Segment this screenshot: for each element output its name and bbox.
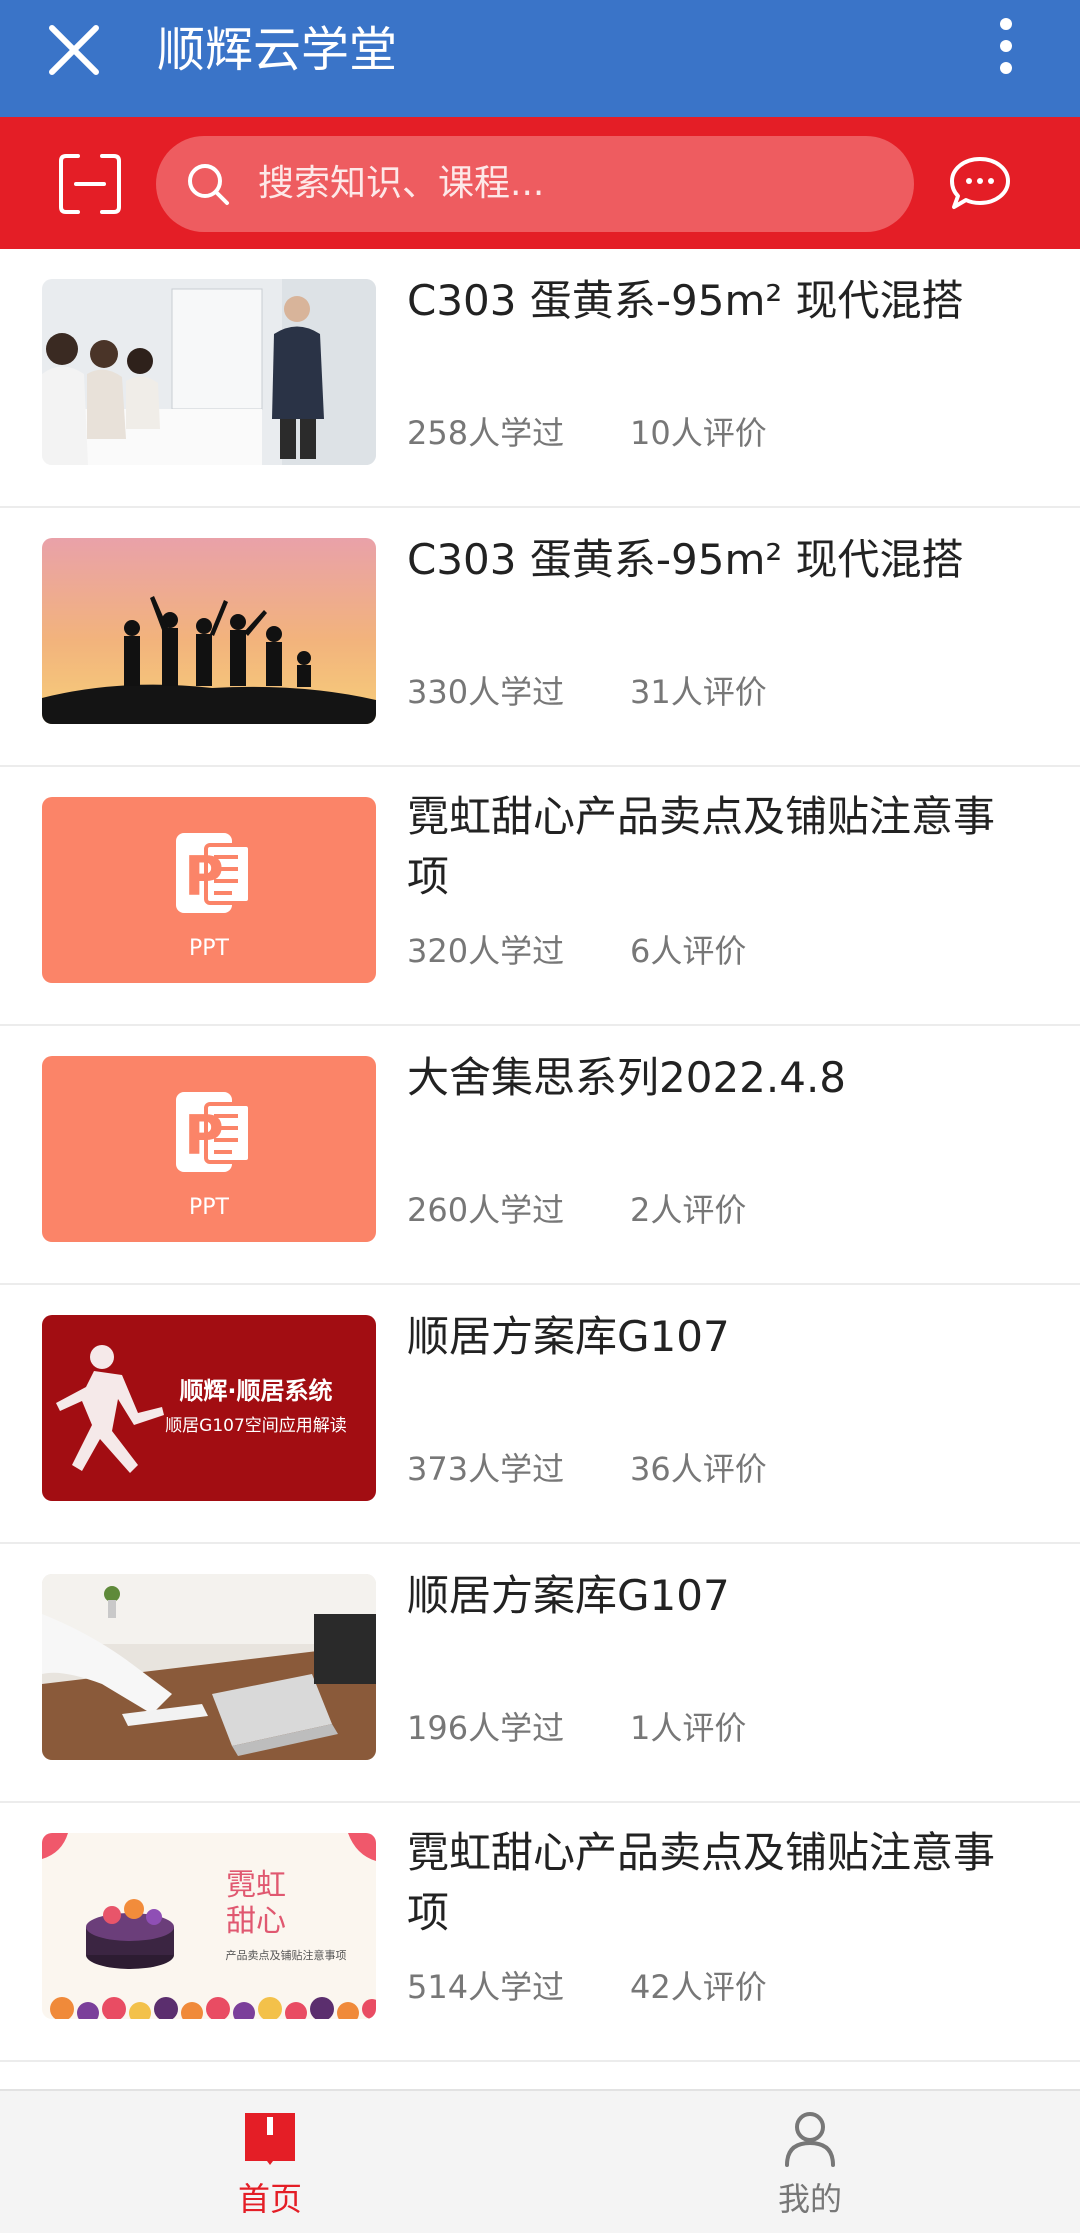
course-stats: 196人学过 1人评价	[407, 1704, 746, 1752]
course-title: C303 蛋黄系-95m² 现代混搭	[407, 276, 964, 325]
course-title: 顺居方案库G107	[407, 1312, 730, 1361]
course-title: 顺居方案库G107	[407, 1571, 730, 1620]
course-thumbnail: 顺辉·顺居系统 顺居G107空间应用解读	[42, 1315, 376, 1501]
course-item[interactable]: 霓虹 甜心 产品卖点及铺贴注意事项 霓虹甜心产品卖点及铺贴注意事项 514人学过…	[0, 1803, 1080, 2062]
ppt-thumbnail: P PPT	[42, 1056, 376, 1242]
learned-count: 514人学过	[407, 1968, 565, 2006]
app-title: 顺辉云学堂	[157, 22, 398, 78]
svg-text:P: P	[184, 845, 224, 908]
user-icon	[785, 2112, 835, 2167]
course-title: 大舍集思系列2022.4.8	[407, 1053, 847, 1102]
tab-home-label: 首页	[237, 2180, 302, 2218]
review-count: 6人评价	[630, 932, 747, 970]
scan-icon[interactable]	[58, 153, 122, 215]
course-item[interactable]: C303 蛋黄系-95m² 现代混搭 330人学过 31人评价	[0, 508, 1080, 767]
course-stats: 514人学过 42人评价	[407, 1963, 767, 2011]
course-list: C303 蛋黄系-95m² 现代混搭 258人学过 10人评价 C303 蛋黄系…	[0, 249, 1080, 2062]
close-icon[interactable]	[44, 20, 104, 80]
learned-count: 330人学过	[407, 673, 565, 711]
course-stats: 258人学过 10人评价	[407, 409, 767, 457]
review-count: 36人评价	[630, 1450, 767, 1488]
poster-subtitle: 产品卖点及铺贴注意事项	[226, 1948, 347, 1962]
tab-mine[interactable]: 我的	[540, 2091, 1080, 2233]
ppt-thumbnail: P PPT	[42, 797, 376, 983]
ppt-file-icon: P	[176, 833, 252, 913]
learned-count: 258人学过	[407, 414, 565, 452]
course-thumbnail	[42, 1574, 376, 1760]
learned-count: 373人学过	[407, 1450, 565, 1488]
course-item[interactable]: P PPT 霓虹甜心产品卖点及铺贴注意事项 320人学过 6人评价	[0, 767, 1080, 1026]
ppt-file-icon: P	[176, 1092, 252, 1172]
poster-title-1: 霓虹	[226, 1868, 286, 1903]
review-count: 10人评价	[630, 414, 767, 452]
course-title: C303 蛋黄系-95m² 现代混搭	[407, 535, 964, 584]
course-thumbnail: 霓虹 甜心 产品卖点及铺贴注意事项	[42, 1833, 376, 2019]
more-vertical-icon[interactable]	[986, 10, 1026, 90]
poster-title: 顺辉·顺居系统	[179, 1377, 332, 1405]
search-icon	[188, 164, 229, 205]
tab-home[interactable]: 首页	[0, 2091, 540, 2233]
ppt-label: PPT	[189, 936, 230, 961]
course-item[interactable]: 顺居方案库G107 196人学过 1人评价	[0, 1544, 1080, 1803]
poster-subtitle: 顺居G107空间应用解读	[165, 1416, 347, 1436]
ppt-label: PPT	[189, 1195, 230, 1220]
poster-title-2: 甜心	[226, 1904, 286, 1939]
course-item[interactable]: P PPT 大舍集思系列2022.4.8 260人学过 2人评价	[0, 1026, 1080, 1285]
course-item[interactable]: C303 蛋黄系-95m² 现代混搭 258人学过 10人评价	[0, 249, 1080, 508]
course-stats: 320人学过 6人评价	[407, 927, 746, 975]
course-title: 霓虹甜心产品卖点及铺贴注意事项	[407, 1828, 996, 1937]
book-icon	[245, 2113, 295, 2165]
review-count: 42人评价	[630, 1968, 767, 2006]
tab-mine-label: 我的	[777, 2180, 842, 2218]
course-item[interactable]: 顺辉·顺居系统 顺居G107空间应用解读 顺居方案库G107 373人学过 36人…	[0, 1285, 1080, 1544]
learned-count: 196人学过	[407, 1709, 565, 1747]
svg-text:P: P	[184, 1104, 224, 1167]
search-input[interactable]: 搜索知识、课程...	[156, 136, 914, 232]
review-count: 1人评价	[630, 1709, 747, 1747]
review-count: 2人评价	[630, 1191, 747, 1229]
chat-bubble-icon[interactable]	[948, 155, 1012, 211]
course-thumbnail	[42, 279, 376, 465]
course-thumbnail	[42, 538, 376, 724]
course-title: 霓虹甜心产品卖点及铺贴注意事项	[407, 792, 996, 901]
course-stats: 330人学过 31人评价	[407, 668, 767, 716]
review-count: 31人评价	[630, 673, 767, 711]
learned-count: 320人学过	[407, 932, 565, 970]
search-placeholder: 搜索知识、课程...	[258, 163, 545, 204]
course-stats: 260人学过 2人评价	[407, 1186, 746, 1234]
learned-count: 260人学过	[407, 1191, 565, 1229]
title-bar: 顺辉云学堂	[0, 0, 1080, 117]
bottom-nav: 首页 我的	[0, 2089, 1080, 2233]
course-stats: 373人学过 36人评价	[407, 1445, 767, 1493]
search-bar: 搜索知识、课程...	[0, 117, 1080, 249]
